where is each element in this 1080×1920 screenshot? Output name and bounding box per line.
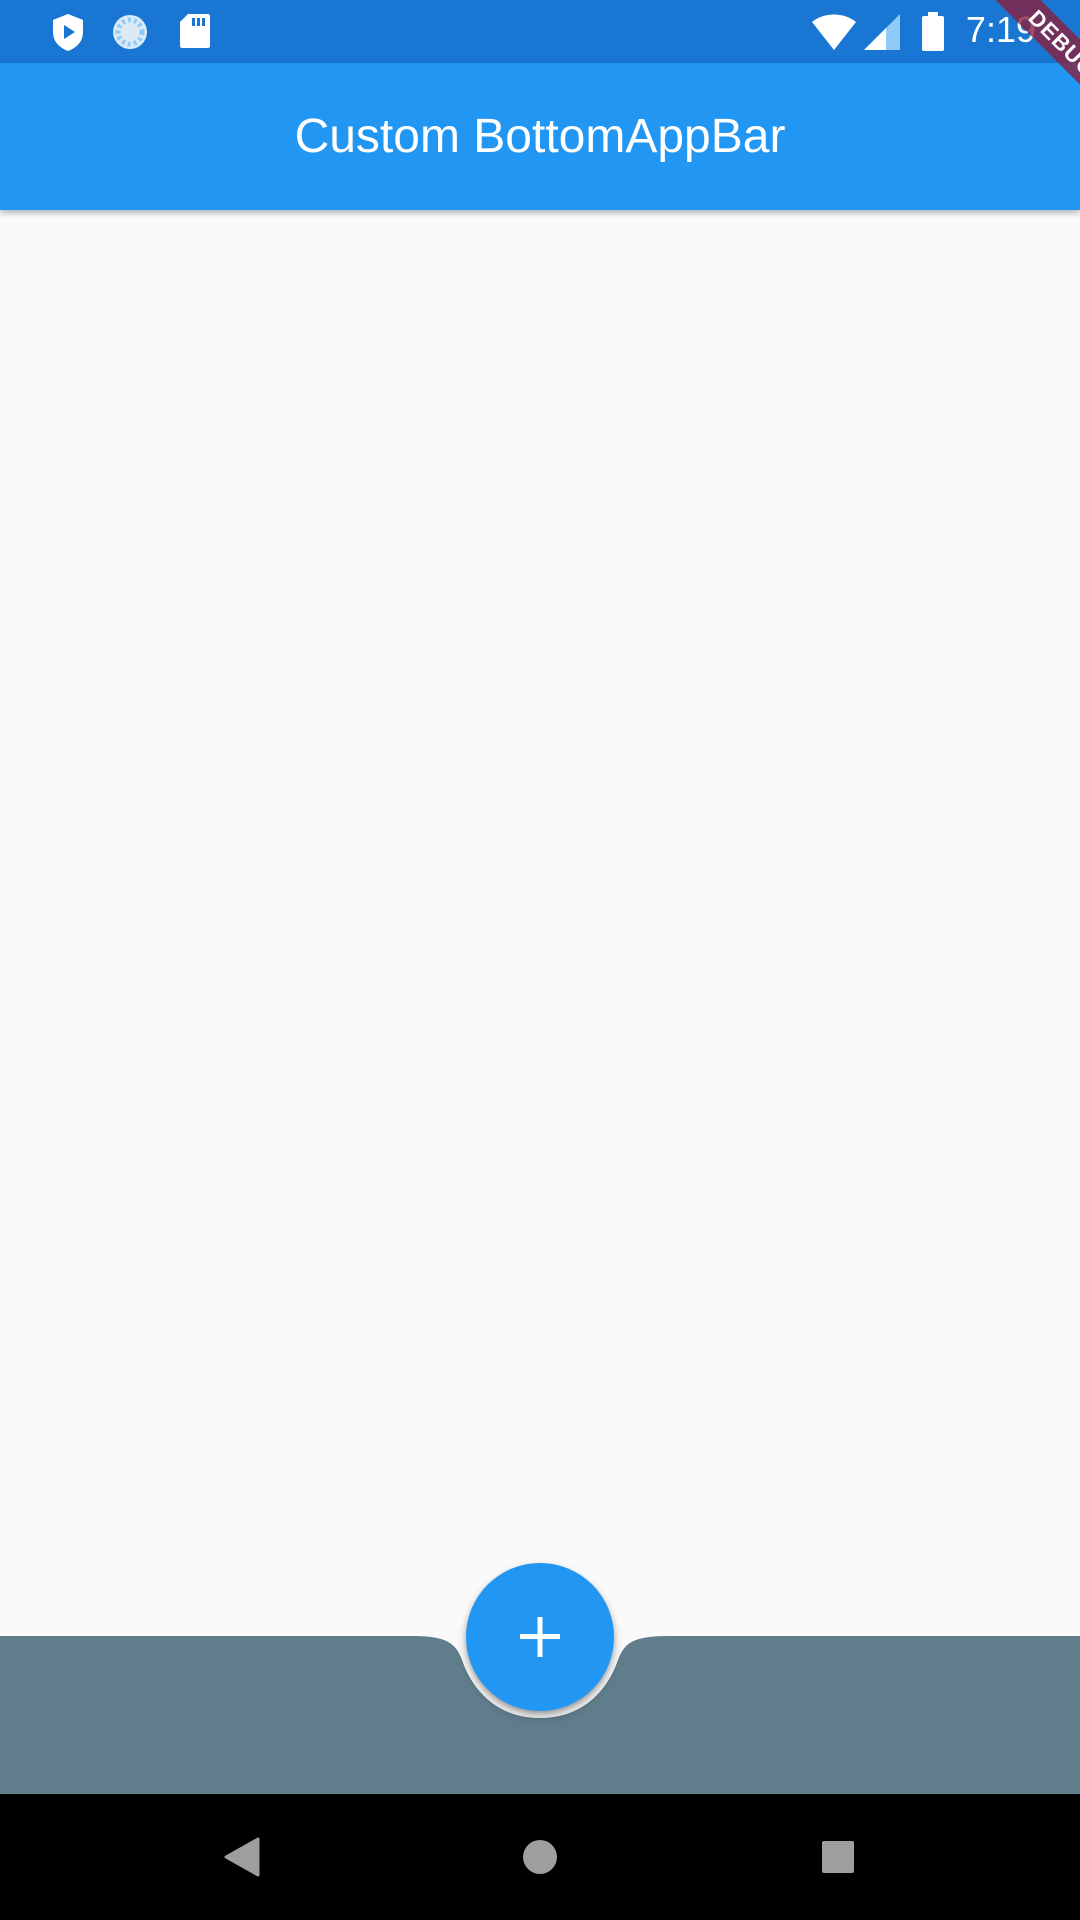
system-nav-bar — [0, 1794, 1080, 1920]
scaffold-body — [0, 210, 1080, 1636]
status-bar: 7:19 — [0, 0, 1080, 63]
wifi-icon — [812, 14, 856, 50]
cell-signal-icon — [864, 14, 900, 50]
recents-icon[interactable] — [820, 1839, 856, 1875]
sd-card-icon — [180, 14, 210, 48]
loading-spinner-icon — [113, 15, 147, 49]
battery-icon — [922, 12, 944, 51]
status-time: 7:19 — [965, 9, 1036, 50]
plus-icon — [520, 1617, 560, 1657]
add-fab-button[interactable] — [466, 1563, 614, 1711]
back-icon[interactable] — [222, 1836, 262, 1878]
shield-play-icon — [53, 14, 83, 51]
page-title: Custom BottomAppBar — [294, 110, 786, 163]
app-bar: Custom BottomAppBar — [0, 63, 1080, 210]
home-icon[interactable] — [520, 1837, 560, 1877]
